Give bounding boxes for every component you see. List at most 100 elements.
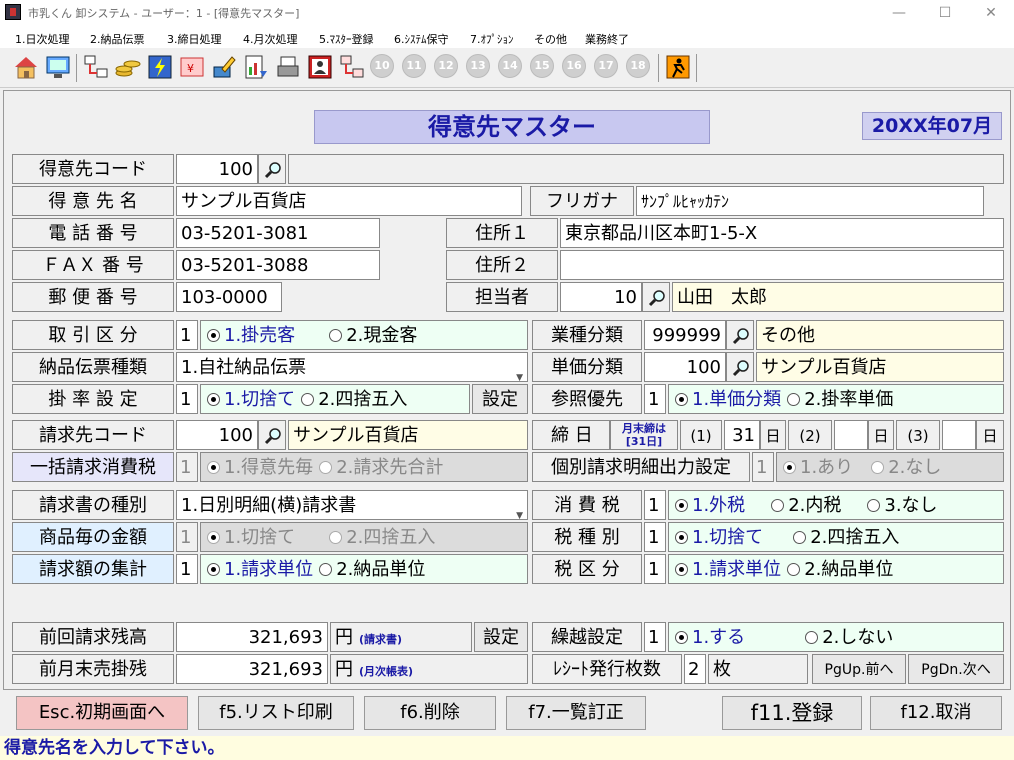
f5-print-button[interactable]: f5.リスト印刷 [198,696,354,730]
toolbar-button-10[interactable]: 10 [370,54,394,78]
toolbar-button-16[interactable]: 16 [562,54,586,78]
menu-monthly[interactable]: 4.月次処理 [243,31,298,47]
taxdiv-opt1-radio[interactable] [675,563,688,576]
ref-opt2-radio[interactable] [787,393,801,406]
taxkind-opt2-radio[interactable] [793,531,807,544]
invoice-type-select[interactable]: 1.日別明細(横)請求書 ▼ [176,490,528,520]
trade-opt1-radio[interactable] [207,329,220,342]
menu-options[interactable]: 7.ｵﾌﾟｼｮﾝ [470,31,514,47]
goods-label: 商品毎の金額 [12,522,174,552]
bulk-tax-radio-group: 1.得意先毎 2.請求先合計 [200,452,528,482]
tax-opt1-radio[interactable] [675,499,688,512]
network-icon[interactable] [82,53,110,81]
menu-delivery-slip[interactable]: 2.納品伝票 [90,31,145,47]
person-card-icon[interactable] [306,53,334,81]
minimize-icon[interactable]: — [876,0,922,26]
pen-icon[interactable] [210,53,238,81]
close-day1-input[interactable]: 31 [724,420,760,450]
f11-save-button[interactable]: f11.登録 [722,696,862,730]
kana-input[interactable]: ｻﾝﾌﾟﾙﾋｬｯｶﾃﾝ [636,186,984,216]
search-icon[interactable] [258,154,286,184]
monitor-icon[interactable] [44,53,72,81]
blank-bar [288,154,1004,184]
ref-opt1-radio[interactable] [675,393,688,406]
pgup-button[interactable]: PgUp.前へ [812,654,906,684]
taxdiv-opt2-radio[interactable] [787,563,801,576]
fax-input[interactable]: 03-5201-3088 [176,250,380,280]
sum-radio-group: 1.請求単位 2.納品単位 [200,554,528,584]
carry-opt2-radio[interactable] [805,631,819,644]
toolbar-button-15[interactable]: 15 [530,54,554,78]
coins-icon[interactable] [114,53,142,81]
industry-search-icon[interactable] [726,320,754,350]
tax-opt2-radio[interactable] [771,499,785,512]
f7-list-edit-button[interactable]: f7.一覧訂正 [506,696,646,730]
taxkind-input[interactable]: 1 [644,522,666,552]
exit-runner-icon[interactable] [664,53,692,81]
prev-balance-input[interactable]: 321,693 [176,622,328,652]
menu-daily[interactable]: 1.日次処理 [15,31,70,47]
receipt-input[interactable]: 2 [684,654,706,684]
report-icon[interactable] [242,53,270,81]
rate-opt2-radio[interactable] [301,393,315,406]
zip-input[interactable]: 103-0000 [176,282,282,312]
taxdiv-input[interactable]: 1 [644,554,666,584]
prev-setting-button[interactable]: 設定 [474,622,528,652]
slip-type-select[interactable]: 1.自社納品伝票 ▼ [176,352,528,382]
month-balance-input[interactable]: 321,693 [176,654,328,684]
menu-maintenance[interactable]: 6.ｼｽﾃﾑ保守 [394,31,449,47]
toolbar-button-18[interactable]: 18 [626,54,650,78]
address2-input[interactable] [560,250,1004,280]
bill-search-icon[interactable] [258,420,286,450]
ledger-icon[interactable]: ¥ [178,53,206,81]
lightning-icon[interactable] [146,53,174,81]
f6-delete-button[interactable]: f6.削除 [364,696,496,730]
rate-code-input[interactable]: 1 [176,384,198,414]
toolbar-button-12[interactable]: 12 [434,54,458,78]
ref-label: 参照優先 [532,384,642,414]
carry-opt1-radio[interactable] [675,631,688,644]
transfer-icon[interactable] [338,53,366,81]
print-icon[interactable] [274,53,302,81]
toolbar-button-17[interactable]: 17 [594,54,618,78]
customer-name-input[interactable]: サンプル百貨店 [176,186,522,216]
staff-search-icon[interactable] [642,282,670,312]
menu-other[interactable]: その他 [534,31,567,47]
ref-code-input[interactable]: 1 [644,384,666,414]
tax-input[interactable]: 1 [644,490,666,520]
price-label: 単価分類 [532,352,642,382]
toolbar-button-13[interactable]: 13 [466,54,490,78]
sum-input[interactable]: 1 [176,554,198,584]
toolbar-button-14[interactable]: 14 [498,54,522,78]
maximize-icon[interactable]: ☐ [922,0,968,26]
sum-opt2-radio[interactable] [319,563,333,576]
industry-code-input[interactable]: 999999 [644,320,726,350]
tax-opt3-radio[interactable] [867,499,881,512]
f12-cancel-button[interactable]: f12.取消 [870,696,1002,730]
trade-code-input[interactable]: 1 [176,320,198,350]
menu-master[interactable]: 5.ﾏｽﾀｰ登録 [319,31,374,47]
close-day3-input[interactable] [942,420,976,450]
price-code-input[interactable]: 100 [644,352,726,382]
close-day2-input[interactable] [834,420,868,450]
sum-opt1-radio[interactable] [207,563,220,576]
bill-code-input[interactable]: 100 [176,420,258,450]
home-icon[interactable] [12,53,40,81]
trade-opt2-radio[interactable] [329,329,343,342]
staff-code-input[interactable]: 10 [560,282,642,312]
tel-input[interactable]: 03-5201-3081 [176,218,380,248]
price-search-icon[interactable] [726,352,754,382]
rate-opt1-radio[interactable] [207,393,220,406]
rate-setting-button[interactable]: 設定 [472,384,528,414]
menu-closing[interactable]: 3.締日処理 [167,31,222,47]
toolbar-button-11[interactable]: 11 [402,54,426,78]
taxkind-opt1-radio[interactable] [675,531,688,544]
address1-input[interactable]: 東京都品川区本町1-5-X [560,218,1004,248]
tax-radio-group: 1.外税 2.内税 3.なし [668,490,1004,520]
customer-code-input[interactable]: 100 [176,154,258,184]
carry-input[interactable]: 1 [644,622,666,652]
close-icon[interactable]: ✕ [968,0,1014,26]
pgdn-button[interactable]: PgDn.次へ [908,654,1004,684]
menu-exit[interactable]: 業務終了 [585,31,629,47]
esc-button[interactable]: Esc.初期画面へ [16,696,188,730]
